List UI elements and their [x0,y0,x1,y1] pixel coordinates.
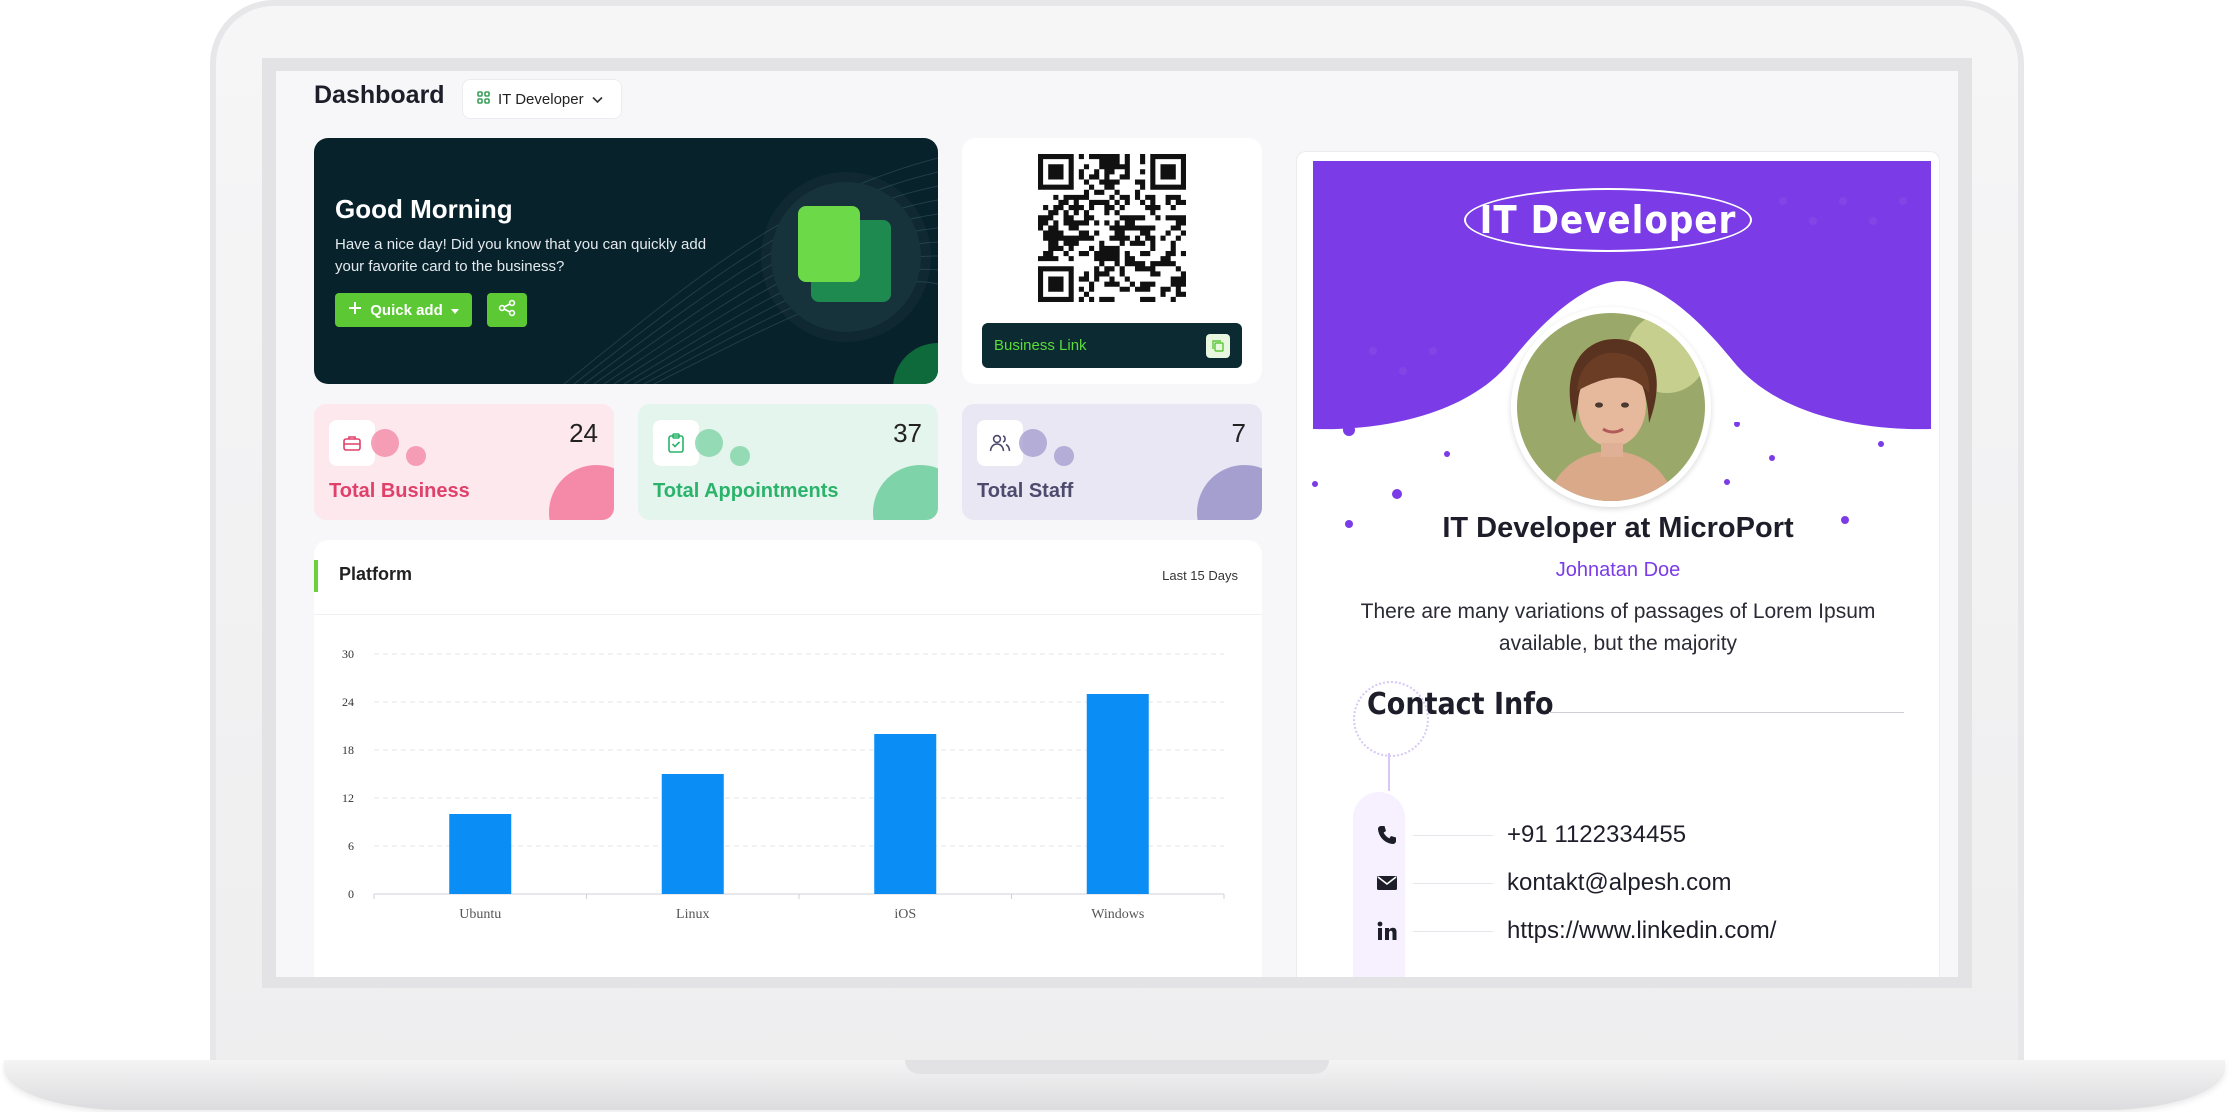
x-tick-label: iOS [894,907,916,922]
quick-add-button[interactable]: Quick add [335,293,472,327]
y-tick-label: 0 [348,887,354,901]
title-accent [314,560,318,592]
app-screen: Dashboard IT Developer Good Morning Have… [276,71,1958,977]
quick-add-label: Quick add [370,302,443,319]
grid-icon [477,91,490,108]
clipboard-check-icon [653,420,699,466]
x-tick-label: Ubuntu [459,907,501,922]
business-select-value: IT Developer [498,91,584,108]
stat-label: Total Appointments [653,480,839,503]
profile-bio: There are many variations of passages of… [1357,596,1879,660]
stat-value: 7 [1232,418,1246,449]
caret-down-icon [451,302,459,319]
contact-email: kontakt@alpesh.com [1507,869,1731,897]
decorative-dot [371,429,399,457]
profile-name: Johnatan Doe [1297,559,1939,582]
greeting-title: Good Morning [335,194,513,225]
bar-ios [874,734,936,894]
decorative-stem [1388,753,1390,791]
bar-ubuntu [449,814,511,894]
laptop-notch [905,1060,1329,1074]
decorative-corner [549,465,614,520]
chart-header [314,540,1262,615]
profile-headline: IT Developer at MicroPort [1297,512,1939,545]
y-tick-label: 30 [342,647,354,661]
stat-value: 24 [569,418,598,449]
decorative-dot [406,446,426,466]
share-button[interactable] [487,293,527,327]
phone-icon [1373,824,1401,846]
divider [1413,835,1493,836]
qr-code-icon [1038,154,1186,302]
stat-card-total-staff[interactable]: 7 Total Staff [962,404,1262,520]
qr-card: Business Link [962,138,1262,384]
y-tick-label: 24 [342,695,354,709]
contact-info-title: Contact Info [1367,687,1554,722]
business-card-preview: IT Developer [1286,138,1958,977]
contact-linkedin: https://www.linkedin.com/ [1507,917,1776,945]
y-tick-label: 12 [342,791,354,805]
y-tick-label: 6 [348,839,354,853]
decorative-dot [695,429,723,457]
x-tick-label: Linux [676,907,709,922]
contact-phone: +91 1122334455 [1507,821,1686,849]
platform-bar-chart: 0 6 12 18 24 30 Ubuntu Linux iOS Windows [314,614,1262,977]
bar-windows [1087,694,1149,894]
users-icon [977,420,1023,466]
x-tick-label: Windows [1091,907,1144,922]
decorative-dot [730,446,750,466]
mail-icon [1373,874,1401,892]
divider [1413,883,1493,884]
chevron-down-icon [592,91,603,108]
stat-card-total-business[interactable]: 24 Total Business [314,404,614,520]
decorative-dot [1019,429,1047,457]
contact-row-email[interactable]: kontakt@alpesh.com [1373,863,1731,903]
decorative-corner [873,465,938,520]
platform-chart-card: Platform Last 15 Days 0 6 12 18 24 30 Ubuntu Li… [314,540,1262,977]
welcome-card: Good Morning Have a nice day! Did you kn… [314,138,938,384]
greeting-message: Have a nice day! Did you know that you c… [335,234,715,278]
chart-title: Platform [339,564,412,585]
briefcase-icon [329,420,375,466]
business-link-label: Business Link [994,337,1087,354]
divider [1413,931,1493,932]
profile-card: IT Developer [1296,151,1940,977]
contact-row-linkedin[interactable]: https://www.linkedin.com/ [1373,911,1776,951]
business-link-button[interactable]: Business Link [982,323,1242,368]
role-badge: IT Developer [1464,188,1752,252]
bar-linux [662,774,724,894]
decorative-corner [1197,465,1262,520]
avatar [1511,307,1711,507]
stat-value: 37 [893,418,922,449]
plus-icon [348,301,362,319]
cards-illustration [771,182,921,332]
y-tick-label: 18 [342,743,354,757]
business-select[interactable]: IT Developer [462,79,622,119]
decorative-dot [1054,446,1074,466]
page-title: Dashboard [314,81,445,110]
contact-row-phone[interactable]: +91 1122334455 [1373,815,1686,855]
copy-icon[interactable] [1206,334,1230,358]
share-icon [498,299,516,322]
stat-label: Total Business [329,480,470,503]
stat-card-total-appointments[interactable]: 37 Total Appointments [638,404,938,520]
stat-label: Total Staff [977,480,1073,503]
divider [1549,712,1904,713]
linkedin-icon [1373,921,1401,941]
date-range-label[interactable]: Last 15 Days [1162,568,1238,583]
